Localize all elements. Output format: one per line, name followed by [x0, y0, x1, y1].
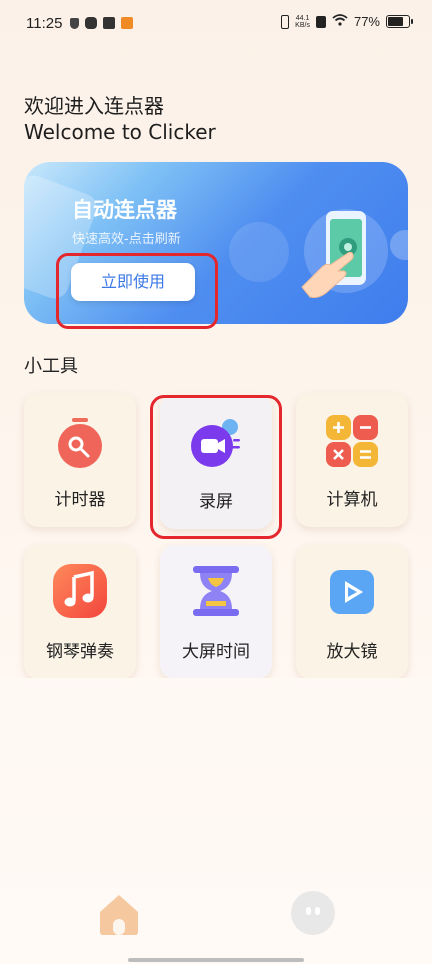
tool-label: 计时器 — [54, 490, 106, 510]
tool-card-piano[interactable]: 钢琴弹奏 — [24, 545, 136, 679]
tool-card-timer[interactable]: 计时器 — [24, 393, 136, 527]
home-indicator[interactable] — [128, 958, 304, 962]
app-notification-icon — [85, 17, 97, 29]
tool-label: 放大镜 — [326, 642, 378, 662]
status-time: 11:25 — [26, 15, 63, 32]
vibrate-icon — [281, 14, 290, 29]
status-bar: 11:25 44.1 KB/s 77% — [0, 0, 432, 52]
tool-label: 计算机 — [326, 490, 378, 510]
banner-decoration — [390, 230, 408, 260]
phone-tap-illustration — [296, 205, 388, 301]
banner-subtitle: 快速高效-点击刷新 — [72, 232, 181, 247]
battery-icon — [386, 15, 413, 28]
tool-label: 大屏时间 — [182, 642, 250, 662]
profile-face-icon[interactable] — [291, 891, 335, 935]
face-eye-icon — [315, 907, 320, 915]
welcome-title-en: Welcome to Clicker — [24, 120, 216, 144]
shield-icon — [70, 17, 79, 29]
app-badge-icon — [121, 17, 133, 29]
net-speed: 44.1 KB/s — [295, 15, 310, 29]
battery-percent: 77% — [353, 14, 380, 29]
wifi-icon — [332, 14, 348, 29]
tool-card-calculator[interactable]: 计算机 — [296, 393, 408, 527]
home-icon[interactable] — [96, 892, 142, 936]
status-right-icons: 44.1 KB/s 77% — [281, 14, 413, 29]
welcome-title-cn: 欢迎进入连点器 — [24, 94, 164, 118]
calculator-icon — [324, 413, 380, 469]
tool-card-big-screen-time[interactable]: 大屏时间 — [160, 545, 272, 679]
content-fade — [0, 678, 432, 768]
welcome-header: 欢迎进入连点器 Welcome to Clicker — [24, 93, 216, 145]
net-speed-unit: KB/s — [295, 21, 310, 29]
highlight-box-screen-record — [150, 395, 282, 539]
timer-icon — [54, 417, 106, 469]
face-eye-icon — [306, 907, 311, 915]
message-icon — [103, 17, 115, 29]
hourglass-icon — [192, 565, 240, 617]
sim-off-icon — [315, 15, 326, 28]
tools-section-title: 小工具 — [24, 356, 78, 377]
tool-label: 钢琴弹奏 — [46, 642, 114, 662]
banner-decoration — [229, 222, 289, 282]
net-speed-value: 44.1 — [295, 14, 310, 22]
status-left-icons — [70, 17, 133, 29]
music-note-icon — [52, 563, 108, 619]
banner-title: 自动连点器 — [72, 198, 177, 222]
play-icon — [329, 569, 375, 615]
tool-card-magnifier[interactable]: 放大镜 — [296, 545, 408, 679]
highlight-box-use-now — [56, 253, 218, 329]
